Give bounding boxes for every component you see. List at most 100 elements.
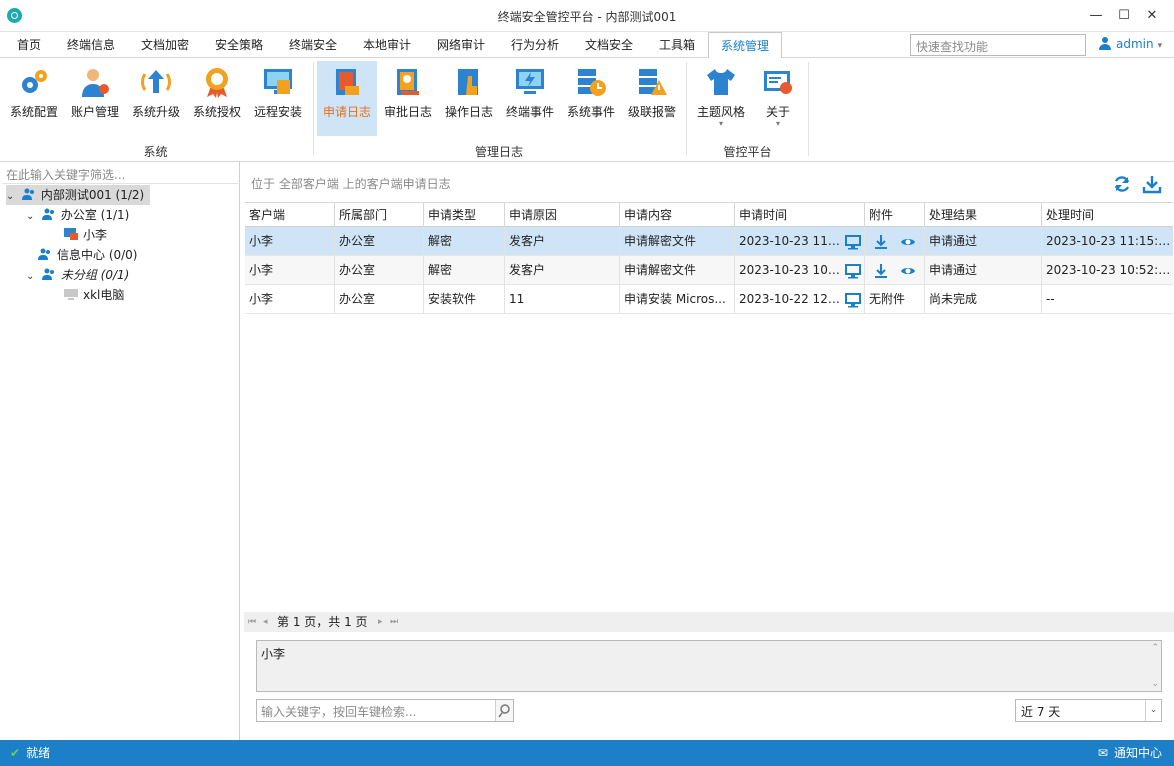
menu-security-policy[interactable]: 安全策略 xyxy=(204,32,274,58)
user-name: admin xyxy=(1116,37,1154,51)
terminal-event-button[interactable]: 终端事件 xyxy=(501,61,559,136)
tree-node-client-xiaoli[interactable]: 小李 xyxy=(64,225,107,245)
menu-behavior-analysis[interactable]: 行为分析 xyxy=(500,32,570,58)
tree-filter-input[interactable]: 在此输入关键字筛选... xyxy=(2,164,238,184)
quick-search-input[interactable]: 快速查找功能 xyxy=(910,34,1086,56)
preview-eye-icon[interactable] xyxy=(900,234,916,250)
last-page-button[interactable]: ⏭ xyxy=(390,612,398,632)
close-button[interactable]: ✕ xyxy=(1138,6,1166,26)
time-range-select[interactable]: 近 7 天 ⌄ xyxy=(1015,699,1162,722)
menu-doc-security[interactable]: 文档安全 xyxy=(574,32,644,58)
title-bar: 终端安全管控平台 - 内部测试001 — ☐ ✕ xyxy=(0,0,1174,32)
system-event-button[interactable]: 系统事件 xyxy=(562,61,620,136)
group-icon xyxy=(41,208,54,220)
page-info: 第 1 页，共 1 页 xyxy=(277,615,368,629)
tree-node-root[interactable]: ⌄ 内部测试001 (1/2) xyxy=(6,185,150,205)
preview-eye-icon[interactable] xyxy=(900,263,916,279)
check-icon: ✔ xyxy=(10,746,21,760)
column-header[interactable]: 附件 xyxy=(865,203,925,227)
user-menu[interactable]: admin ▾ xyxy=(1098,36,1162,54)
apply-log-icon xyxy=(336,69,359,95)
terminal-event-icon xyxy=(516,69,544,94)
scroll-up-icon[interactable]: ⌃ xyxy=(1151,643,1159,653)
export-download-icon[interactable] xyxy=(1142,174,1162,194)
chevron-down-icon[interactable]: ⌄ xyxy=(26,207,38,227)
table-row[interactable]: 小李 办公室 解密 发客户 申请解密文件 2023-10-23 10:... 申… xyxy=(245,256,1173,285)
menu-terminal-security[interactable]: 终端安全 xyxy=(278,32,348,58)
next-page-button[interactable]: ▸ xyxy=(378,612,383,632)
notification-center-button[interactable]: ✉ 通知中心 xyxy=(1098,740,1162,766)
menu-home[interactable]: 首页 xyxy=(6,32,52,58)
detail-textbox[interactable]: 小李 ⌃ ⌄ xyxy=(256,640,1162,692)
chevron-down-icon[interactable]: ⌄ xyxy=(1145,700,1161,721)
chevron-down-icon[interactable]: ⌄ xyxy=(26,267,38,287)
chevron-down-icon: ▾ xyxy=(718,119,723,128)
tree-node-info-center[interactable]: 信息中心 (0/0) xyxy=(38,245,138,265)
column-header[interactable]: 处理时间 xyxy=(1042,203,1173,227)
ribbon-separator xyxy=(686,62,687,156)
system-license-button[interactable]: 系统授权 xyxy=(188,61,246,136)
menu-system-management[interactable]: 系统管理 xyxy=(708,32,782,59)
first-page-button[interactable]: ⏮ xyxy=(248,612,256,632)
theme-style-button[interactable]: 主题风格 ▾ xyxy=(691,61,751,136)
refresh-icon[interactable] xyxy=(1112,174,1132,194)
column-header[interactable]: 申请时间 xyxy=(735,203,865,227)
system-config-button[interactable]: 系统配置 xyxy=(4,61,64,136)
apply-log-button[interactable]: 申请日志 xyxy=(317,61,377,136)
group-icon xyxy=(21,188,34,200)
column-header[interactable]: 处理结果 xyxy=(925,203,1042,227)
tree-node-office[interactable]: ⌄ 办公室 (1/1) xyxy=(26,205,129,225)
approval-log-button[interactable]: 审批日志 xyxy=(379,61,437,136)
search-button[interactable] xyxy=(495,700,513,721)
column-header[interactable]: 申请类型 xyxy=(424,203,505,227)
column-header[interactable]: 客户端 xyxy=(245,203,335,227)
tree-node-client-xkl[interactable]: xkl电脑 xyxy=(64,285,124,305)
menu-doc-encrypt[interactable]: 文档加密 xyxy=(130,32,200,58)
cascade-alarm-button[interactable]: 级联报警 xyxy=(623,61,681,136)
download-icon[interactable] xyxy=(873,263,889,279)
alarm-icon xyxy=(639,69,667,95)
client-tree-panel: 在此输入关键字筛选... ⌄ 内部测试001 (1/2) ⌄ 办公室 (1/1)… xyxy=(0,162,240,740)
client-offline-icon xyxy=(64,289,78,300)
column-header[interactable]: 所属部门 xyxy=(335,203,424,227)
table-header: 客户端 所属部门 申请类型 申请原因 申请内容 申请时间 附件 处理结果 处理时… xyxy=(245,203,1173,227)
system-upgrade-button[interactable]: 系统升级 xyxy=(127,61,185,136)
operation-log-icon xyxy=(458,69,478,95)
download-icon[interactable] xyxy=(873,234,889,250)
group-icon xyxy=(41,268,54,280)
minimize-button[interactable]: — xyxy=(1082,6,1110,26)
ribbon-separator xyxy=(313,62,314,156)
operation-log-button[interactable]: 操作日志 xyxy=(440,61,498,136)
chevron-down-icon[interactable]: ⌄ xyxy=(6,187,18,207)
approval-log-icon xyxy=(397,69,419,95)
screenshot-monitor-icon[interactable] xyxy=(845,263,861,279)
server-clock-icon xyxy=(578,69,606,96)
tshirt-icon xyxy=(707,69,735,95)
about-certificate-icon xyxy=(764,71,792,94)
remote-install-icon xyxy=(264,69,292,94)
scroll-down-icon[interactable]: ⌄ xyxy=(1151,679,1159,689)
screenshot-monitor-icon[interactable] xyxy=(845,234,861,250)
maximize-button[interactable]: ☐ xyxy=(1110,6,1138,26)
column-header[interactable]: 申请原因 xyxy=(505,203,620,227)
ribbon-toolbar: 系统配置 账户管理 系统升级 系统授权 远程安装 系统 申请日志 审批日志 操作… xyxy=(0,58,1174,162)
menu-terminal-info[interactable]: 终端信息 xyxy=(56,32,126,58)
prev-page-button[interactable]: ◂ xyxy=(263,612,268,632)
ribbon-group-system-label: 系统 xyxy=(143,145,168,159)
menu-local-audit[interactable]: 本地审计 xyxy=(352,32,422,58)
user-icon xyxy=(1099,37,1111,50)
menu-toolbox[interactable]: 工具箱 xyxy=(648,32,706,58)
remote-install-button[interactable]: 远程安装 xyxy=(249,61,307,136)
table-row[interactable]: 小李 办公室 安装软件 11 申请安装 Micros... 2023-10-22… xyxy=(245,285,1173,314)
attachment-cell: 无附件 xyxy=(865,285,925,314)
screenshot-monitor-icon[interactable] xyxy=(845,292,861,308)
menu-network-audit[interactable]: 网络审计 xyxy=(426,32,496,58)
search-icon xyxy=(498,704,510,718)
account-management-button[interactable]: 账户管理 xyxy=(66,61,124,136)
ribbon-separator xyxy=(808,62,809,156)
column-header[interactable]: 申请内容 xyxy=(620,203,735,227)
table-row[interactable]: 小李 办公室 解密 发客户 申请解密文件 2023-10-23 11:... 申… xyxy=(245,227,1173,256)
keyword-search-input[interactable]: 输入关键字，按回车键检索... xyxy=(256,699,514,722)
tree-node-ungrouped[interactable]: ⌄ 未分组 (0/1) xyxy=(26,265,129,285)
about-button[interactable]: 关于 ▾ xyxy=(752,61,804,136)
